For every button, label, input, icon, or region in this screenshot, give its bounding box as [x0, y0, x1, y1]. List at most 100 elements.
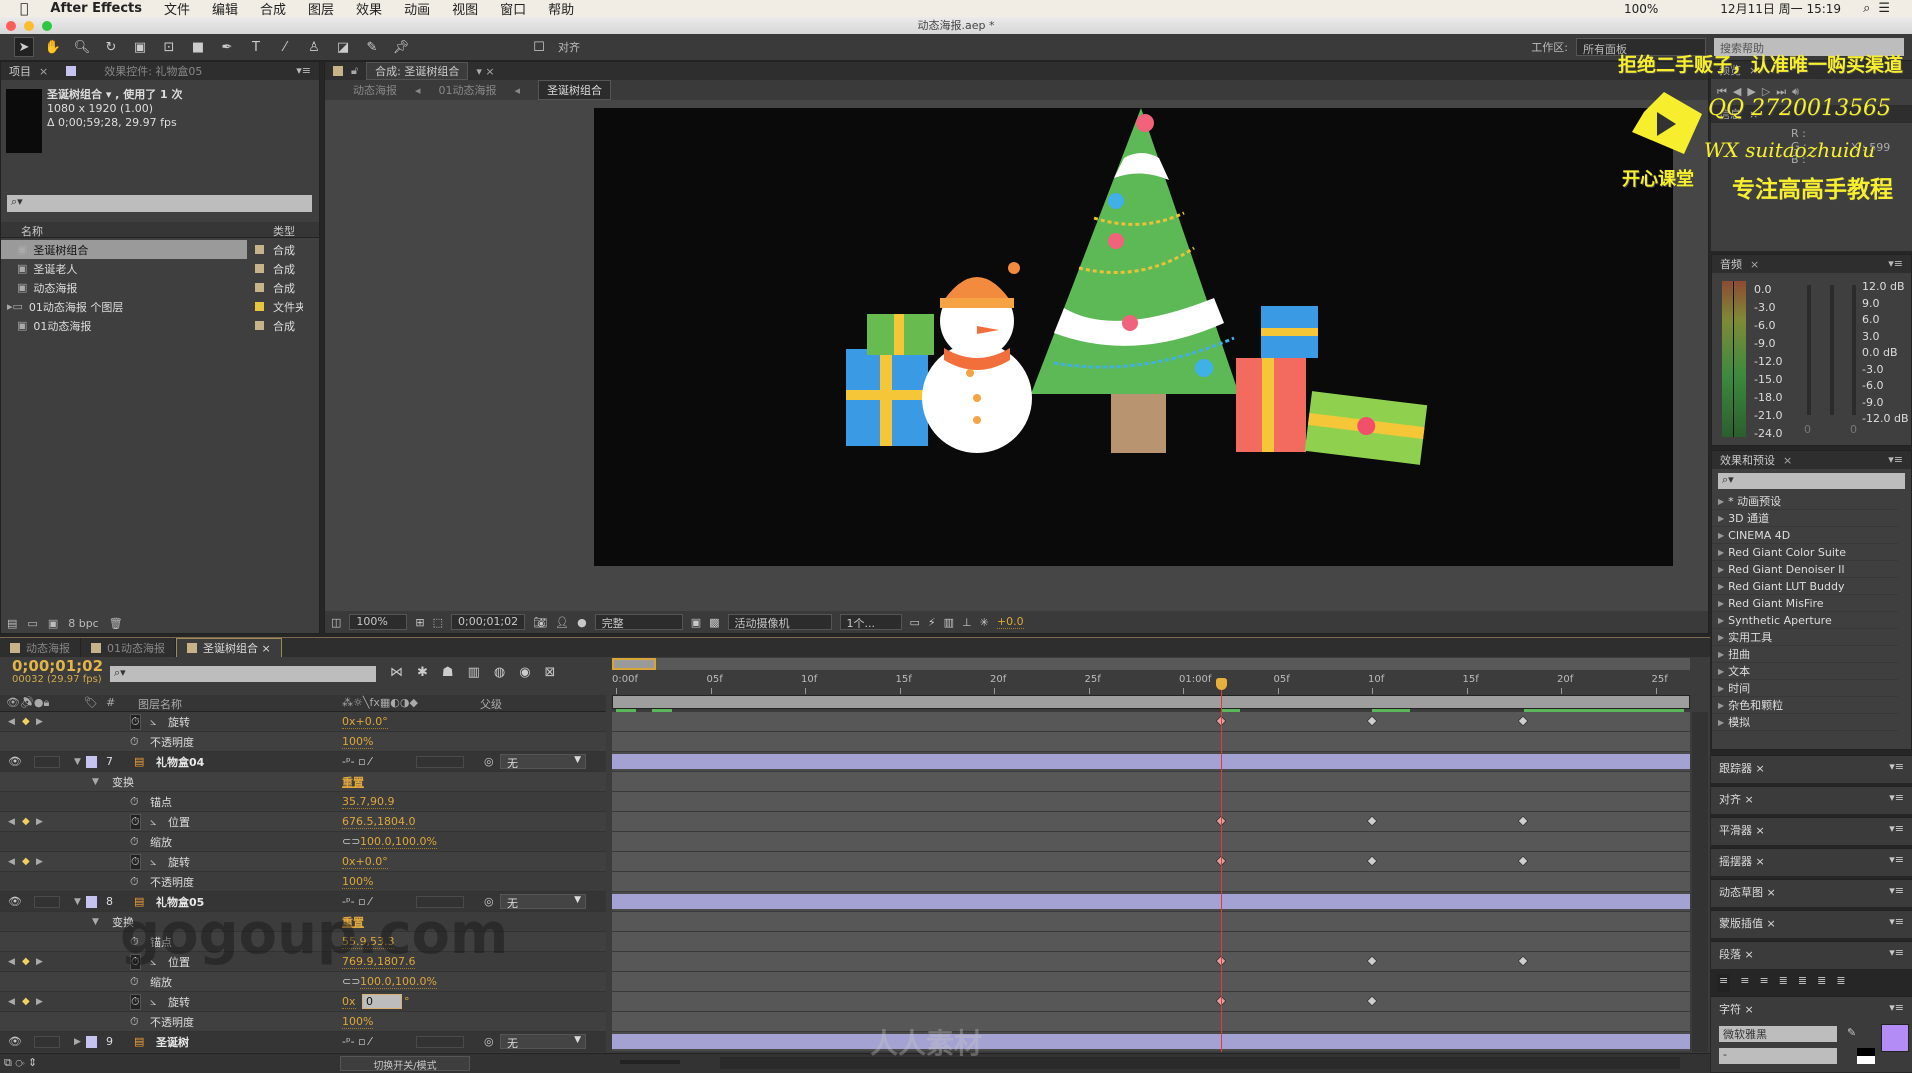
keyframe[interactable]: [1517, 955, 1529, 967]
expand-triangle-icon[interactable]: ▶: [1718, 701, 1724, 710]
layer-switches[interactable]: -ᵖ- ▫ ⁄: [342, 755, 371, 768]
tab-project[interactable]: 项目: [9, 63, 31, 79]
zoom-tool-icon[interactable]: 🔍︎: [72, 37, 92, 57]
minimize-window-button[interactable]: [24, 21, 34, 31]
panel-tab[interactable]: 跟踪器 ×: [1719, 760, 1765, 776]
property-value[interactable]: 100.0,100.0%: [360, 835, 437, 849]
expand-triangle-icon[interactable]: ▶: [1718, 633, 1724, 642]
layer-name[interactable]: 圣诞树: [156, 1034, 189, 1050]
timeline-icon[interactable]: ▥: [944, 616, 954, 629]
effects-category[interactable]: ▶ Red Giant Color Suite: [1712, 544, 1898, 561]
tab-effects-presets[interactable]: 效果和预设: [1720, 452, 1775, 468]
next-keyframe-icon[interactable]: ▶: [36, 997, 43, 1007]
expand-triangle-icon[interactable]: ▶: [1718, 565, 1724, 574]
apple-icon[interactable]: : [20, 1, 28, 17]
breadcrumb-item-active[interactable]: 圣诞树组合: [538, 80, 612, 100]
justify-left-icon[interactable]: ≣: [1779, 974, 1788, 992]
resolution-select[interactable]: 完整: [594, 614, 683, 630]
toggle-switches-modes-button[interactable]: 切换开关/模式: [340, 1056, 470, 1072]
panel-menu-icon[interactable]: ▾≡: [1889, 915, 1904, 928]
effects-category[interactable]: ▶ Red Giant LUT Buddy: [1712, 578, 1898, 595]
panel-menu-icon[interactable]: ▾≡: [1889, 822, 1904, 835]
stopwatch-icon[interactable]: ⏱︎: [130, 993, 141, 1010]
font-style-select[interactable]: -: [1719, 1048, 1837, 1064]
effects-category[interactable]: ▶ 模拟: [1712, 714, 1898, 731]
timeline-zoom-slider[interactable]: [620, 1060, 680, 1064]
panel-menu-icon[interactable]: ▾≡: [1889, 884, 1904, 897]
expand-triangle-icon[interactable]: ▶: [1718, 531, 1724, 540]
selection-tool-icon[interactable]: ➤: [14, 37, 34, 57]
effects-category[interactable]: ▶ Red Giant Denoiser II: [1712, 561, 1898, 578]
graph-icon[interactable]: ⦣: [150, 815, 156, 829]
property-value[interactable]: 0x+0.0°: [342, 855, 388, 869]
fast-previews-icon[interactable]: ⚡︎: [928, 616, 936, 629]
property-value[interactable]: 100%: [342, 1015, 374, 1029]
roto-brush-tool-icon[interactable]: ✎: [362, 37, 382, 57]
audio-left-value[interactable]: 0: [1804, 423, 1811, 436]
timeline-footer-icons[interactable]: ⧉ ⧂ ⇕: [4, 1056, 37, 1070]
effects-category[interactable]: ▶ Red Giant MisFire: [1712, 595, 1898, 612]
effects-search-input[interactable]: ⌕▾: [1718, 473, 1905, 489]
pixel-aspect-icon[interactable]: ▭: [910, 616, 920, 629]
keyframe[interactable]: [1517, 815, 1529, 827]
property-value[interactable]: 0x: [342, 995, 356, 1009]
bpc-button[interactable]: 8 bpc: [68, 617, 99, 630]
layer-switches[interactable]: -ᵖ- ▫ ⁄: [342, 1035, 371, 1048]
property-row[interactable]: ⏱︎ 不透明度 100%: [0, 1012, 606, 1032]
layer-duration-bar[interactable]: [612, 894, 1690, 909]
work-area-bar[interactable]: [612, 695, 1690, 709]
composition-viewer[interactable]: [594, 108, 1673, 566]
menu-view[interactable]: 视图: [452, 0, 478, 18]
parent-select[interactable]: 无 ▼: [500, 894, 586, 910]
shy-layers-icon[interactable]: ☗: [442, 665, 454, 680]
breadcrumb-item[interactable]: 动态海报: [353, 82, 397, 98]
stopwatch-icon[interactable]: ⏱︎: [130, 975, 139, 989]
project-item[interactable]: ▸▭ 01动态海报 个图层 文件夹: [1, 297, 306, 316]
graph-icon[interactable]: ⦣: [150, 855, 156, 869]
justify-right-icon[interactable]: ≣: [1817, 974, 1826, 992]
constrain-proportions-icon[interactable]: ⊂⊃: [342, 835, 360, 848]
panel-menu-icon[interactable]: ▾≡: [1889, 946, 1904, 959]
av-switches[interactable]: [34, 755, 60, 768]
expand-triangle-icon[interactable]: ▶: [1718, 650, 1724, 659]
align-right-icon[interactable]: ≡: [1759, 974, 1768, 992]
effects-category[interactable]: ▶ 实用工具: [1712, 629, 1898, 646]
layer-name[interactable]: 礼物盒04: [156, 754, 204, 770]
panel-menu-icon[interactable]: ▾≡: [1889, 760, 1904, 773]
constrain-proportions-icon[interactable]: ⊂⊃: [342, 975, 360, 988]
property-row[interactable]: ⏱︎ 不透明度 100%: [0, 732, 606, 752]
tab-audio[interactable]: 音频: [1720, 256, 1742, 272]
parent-select[interactable]: 无 ▼: [500, 754, 586, 770]
new-comp-icon[interactable]: ▣: [48, 617, 58, 630]
property-row[interactable]: ◀ ◆ ▶ ⏱︎ ⦣ 旋转 0x 0 °: [0, 992, 606, 1012]
project-item[interactable]: ▣ 圣诞树组合 合成: [1, 240, 295, 259]
label-swatch[interactable]: [86, 1035, 97, 1048]
time-ruler[interactable]: 0:00f 05f 10f 15f 20f 25f 01:00f 05f 10f 15f 20f 25…: [612, 672, 1690, 694]
brainstorm-icon[interactable]: ◉: [519, 665, 530, 680]
time-navigator-handle[interactable]: [612, 658, 656, 670]
next-keyframe-icon[interactable]: ▶: [36, 857, 43, 867]
property-value[interactable]: 100.0,100.0%: [360, 975, 437, 989]
justify-all-icon[interactable]: ≣: [1836, 974, 1845, 992]
stopwatch-icon[interactable]: ⏱︎: [130, 835, 139, 849]
align-left-icon[interactable]: ≡: [1717, 974, 1731, 992]
align-center-icon[interactable]: ≡: [1740, 974, 1749, 992]
add-keyframe-icon[interactable]: ◆: [22, 996, 30, 1007]
previous-keyframe-icon[interactable]: ◀: [8, 717, 15, 727]
current-time-field[interactable]: 0;00;01;02: [451, 614, 526, 630]
tab-effect-controls[interactable]: 效果控件: 礼物盒05: [104, 63, 202, 79]
stopwatch-icon[interactable]: ⏱︎: [130, 813, 141, 830]
keyframe[interactable]: [1366, 995, 1378, 1007]
panel-menu-icon[interactable]: ▾≡: [1889, 1001, 1904, 1014]
search-icon[interactable]: ⌕: [1863, 1, 1870, 16]
expand-arrow-icon[interactable]: ▶: [74, 1037, 81, 1047]
keyframe[interactable]: [1366, 955, 1378, 967]
time-navigator[interactable]: [612, 658, 1690, 670]
eye-icon[interactable]: 👁︎: [8, 755, 22, 768]
expand-triangle-icon[interactable]: ▶: [1718, 667, 1724, 676]
default-colors-swatch[interactable]: [1857, 1048, 1875, 1064]
chevron-down-icon[interactable]: ▼: [574, 895, 581, 905]
graph-editor-icon[interactable]: ⊠: [545, 665, 556, 680]
brush-tool-icon[interactable]: ⁄: [275, 37, 295, 57]
safe-zones-icon[interactable]: ⊞: [415, 616, 424, 629]
